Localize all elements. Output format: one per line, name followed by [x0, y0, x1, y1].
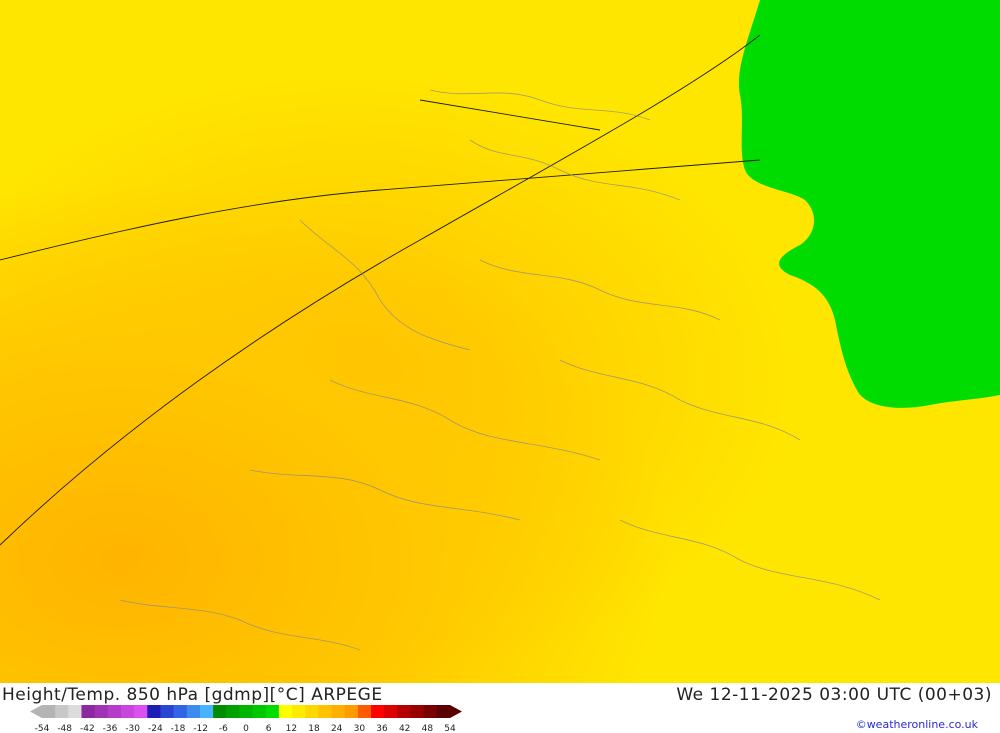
scale-tick-label: -12	[193, 724, 208, 733]
scale-color-step	[68, 705, 82, 718]
scale-tick-label: -42	[80, 724, 95, 733]
scale-color-step	[226, 705, 240, 718]
scale-color-step	[81, 705, 96, 718]
scale-color-step	[331, 705, 346, 718]
scale-color-step	[173, 705, 188, 718]
map-footer: Height/Temp. 850 hPa [gdmp][°C] ARPEGE W…	[0, 683, 1000, 733]
scale-tick-label: 12	[286, 724, 297, 733]
scale-color-step	[410, 705, 425, 718]
scale-color-step	[239, 705, 253, 718]
scale-arrow-right	[450, 705, 462, 718]
scale-arrow-left	[30, 705, 42, 718]
temperature-color-scale: -54 -48 -42 -36 -30 -24 -18 -12 -6 0 6 12 18 24 30 36 42…	[30, 705, 462, 733]
scale-color-step	[252, 705, 267, 718]
scale-tick-label: 30	[354, 724, 366, 733]
scale-tick-label: 54	[444, 724, 456, 733]
scale-color-step	[213, 705, 227, 718]
scale-color-step	[344, 705, 359, 718]
scale-color-step	[305, 705, 319, 718]
scale-color-step	[55, 705, 69, 718]
scale-tick-label: 42	[399, 724, 410, 733]
scale-color-step	[94, 705, 109, 718]
weather-map	[0, 0, 1000, 683]
credit-link[interactable]: ©weatheronline.co.uk	[856, 718, 978, 731]
temperature-map-canvas	[0, 0, 1000, 683]
scale-color-step	[384, 705, 398, 718]
scale-color-step	[42, 705, 56, 718]
scale-tick-label: 24	[331, 724, 343, 733]
scale-tick-label: -36	[103, 724, 118, 733]
scale-tick-label: -18	[171, 724, 186, 733]
scale-tick-label: -6	[219, 724, 228, 733]
scale-color-step	[292, 705, 306, 718]
map-title: Height/Temp. 850 hPa [gdmp][°C] ARPEGE	[2, 685, 383, 705]
scale-color-step	[199, 705, 214, 718]
scale-color-step	[423, 705, 438, 718]
scale-tick-label: -48	[57, 724, 72, 733]
scale-color-step	[120, 705, 135, 718]
scale-color-step	[265, 705, 280, 718]
scale-color-step	[371, 705, 385, 718]
scale-tick-label: -24	[148, 724, 163, 733]
scale-tick-label: -54	[35, 724, 50, 733]
scale-color-step	[357, 705, 372, 718]
scale-color-step	[278, 705, 293, 718]
scale-color-step	[134, 705, 148, 718]
scale-tick-label: -30	[125, 724, 140, 733]
scale-tick-label: 48	[422, 724, 434, 733]
scale-color-step	[160, 705, 175, 718]
valid-time: We 12-11-2025 03:00 UTC (00+03)	[676, 685, 992, 705]
scale-color-step	[186, 705, 201, 718]
scale-tick-label: 18	[308, 724, 320, 733]
scale-color-step	[107, 705, 122, 718]
scale-color-step	[318, 705, 332, 718]
scale-color-step	[147, 705, 161, 718]
scale-tick-label: 36	[376, 724, 388, 733]
scale-tick-label: 0	[243, 724, 249, 733]
scale-tick-label: 6	[266, 724, 272, 733]
scale-color-step	[397, 705, 411, 718]
scale-color-step	[436, 705, 451, 718]
